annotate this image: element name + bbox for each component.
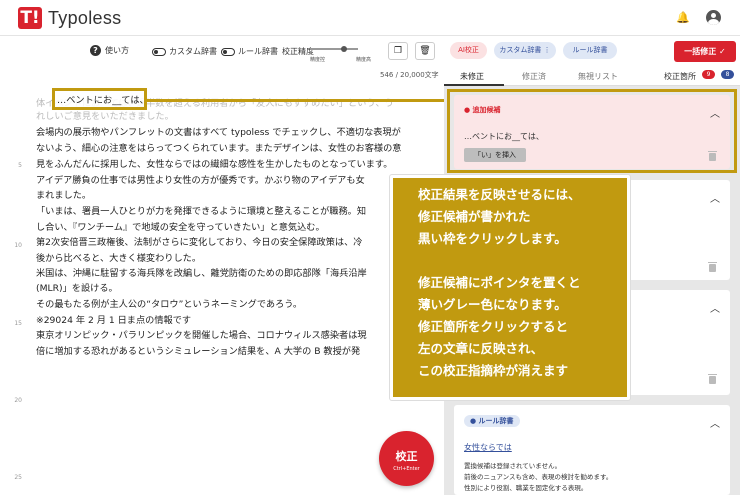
- copy-icon[interactable]: ❐: [388, 42, 408, 60]
- editor-line: 会場内の展示物やパンフレットの文書はすべて typoless でチェックし、不適…: [36, 127, 401, 138]
- editor-line: 第2次安倍晋三政権後、法制がさらに変化しており、今日の安全保障政策は、冷: [36, 237, 363, 248]
- trash-icon[interactable]: [708, 262, 717, 272]
- strictness-slider-track[interactable]: [310, 48, 358, 50]
- chevron-up-icon[interactable]: ︿: [710, 415, 720, 430]
- chevron-up-icon[interactable]: ︿: [710, 190, 720, 205]
- help-link[interactable]: ? 使い方: [90, 45, 129, 56]
- trash-icon[interactable]: [708, 374, 717, 384]
- card-message: 置換候補は登録されていません。: [464, 462, 562, 470]
- correction-card[interactable]: ● ルール辞書 ︿ 女性ならでは 置換候補は登録されていません。 前後のニュアン…: [454, 405, 730, 495]
- editor-line: ないよう、細心の注意をはらってつくられています。またデザインは、女性のお客様の意: [36, 143, 402, 154]
- card-message: 前後のニュアンスも含め、表現の検討を勧めます。: [464, 473, 613, 481]
- ai-filter-button[interactable]: AI校正: [450, 42, 487, 59]
- callout-line: 校正結果を反映させるには、: [418, 187, 581, 202]
- trash-icon[interactable]: 🗑: [415, 42, 435, 60]
- custom-filter-button[interactable]: カスタム辞書 ⋮: [494, 42, 556, 59]
- rule-dict-tag: ● ルール辞書: [464, 415, 520, 427]
- callout-line: 修正候補にポインタを置くと: [418, 275, 581, 290]
- callout-line: 薄いグレー色になります。: [418, 297, 567, 312]
- line-number: 5: [18, 162, 22, 169]
- user-avatar-icon[interactable]: [706, 10, 721, 25]
- logo-mark: T!: [18, 7, 42, 29]
- card-tag: ● 追加候補: [464, 106, 501, 114]
- editor-line: ※29024 年 2 月 1 日ま点の情報です: [36, 315, 192, 326]
- callout-spacer: [418, 250, 627, 272]
- tab-ignore-list[interactable]: 無視リスト: [578, 71, 618, 82]
- line-number: 25: [14, 474, 22, 481]
- suggestion-button[interactable]: 「い」を挿入: [464, 148, 526, 162]
- line-number: 20: [14, 397, 22, 404]
- badge-red: 9: [702, 70, 715, 79]
- connector-line: [147, 99, 449, 102]
- highlighted-phrase: …ベントにお__ては、: [57, 95, 149, 106]
- notification-bell-icon[interactable]: 🔔: [676, 11, 690, 24]
- editor-line: 「いまは、署員一人ひとりが力を発揮できるように環境と整えることが職務。知: [36, 206, 367, 217]
- custom-dict-label: カスタム辞書: [169, 47, 217, 56]
- editor-line: 東京オリンピック・パラリンピックを開催した場合、コロナウィルス感染者は現: [36, 330, 367, 341]
- tab-fixed[interactable]: 修正済: [522, 71, 546, 82]
- proofread-button[interactable]: 校正 Ctrl+Enter: [379, 431, 434, 486]
- bulk-fix-button[interactable]: 一括修正 ✓: [674, 41, 736, 62]
- app-name: Typoless: [48, 7, 122, 28]
- card-tag: ● ルール辞書: [464, 415, 520, 427]
- proofread-shortcut: Ctrl+Enter: [393, 466, 420, 472]
- editor-line: 見をふんだんに採用した、女性ならではの繊細な感性を生かしたものとなっています。: [36, 159, 393, 170]
- rule-dict-toggle[interactable]: ルール辞書: [221, 46, 278, 57]
- question-icon: ?: [90, 45, 101, 56]
- editor-line: 米国は、沖縄に駐留する海兵隊を改編し、離党防衛のための即応部隊「海兵沿岸: [36, 268, 367, 279]
- toggle-switch-icon: [221, 47, 235, 56]
- editor-line: (MLR)」を設ける。: [36, 283, 118, 294]
- editor-line: 倍に増加する恐れがあるというシミュレーション結果を、A 大学の B 教授が発: [36, 346, 361, 357]
- proofread-label: 校正: [395, 450, 418, 463]
- flagged-term[interactable]: 女性ならでは: [464, 442, 512, 453]
- callout-line: 左の文章に反映され、: [418, 341, 544, 356]
- char-count: 546 / 20,000文字: [380, 71, 439, 79]
- correction-card[interactable]: ● 追加候補 ︿ …ベントにお__ては、 「い」を挿入: [454, 95, 730, 169]
- help-label: 使い方: [105, 46, 129, 55]
- tab-unfixed[interactable]: 未修正: [460, 71, 484, 82]
- callout-line: この校正指摘枠が消えます: [418, 363, 569, 378]
- toggle-switch-icon: [152, 47, 166, 56]
- slider-right-caption: 精度高: [356, 57, 372, 63]
- card-snippet: …ベントにお__ては、: [464, 132, 544, 141]
- custom-dict-toggle[interactable]: カスタム辞書: [152, 46, 217, 57]
- editor-line: れしいご意見をいただきました。: [36, 111, 174, 122]
- rule-filter-button[interactable]: ルール辞書: [563, 42, 617, 59]
- trash-icon[interactable]: [708, 151, 717, 161]
- callout-line: 修正箇所をクリックすると: [418, 319, 569, 334]
- line-number: 10: [14, 242, 22, 249]
- instruction-callout: 校正結果を反映させるには、 修正候補が書かれた 黒い枠をクリックします。 修正候…: [390, 175, 630, 400]
- strictness-slider-knob[interactable]: [341, 46, 347, 52]
- badge-blue: 8: [721, 70, 734, 79]
- editor-line: まれました。: [36, 190, 92, 201]
- callout-line: 黒い枠をクリックします。: [418, 231, 567, 246]
- editor-line: アイデア勝負の仕事では男性より女性の方が優秀です。かぶり物のアイデアも女: [36, 175, 365, 186]
- correction-count-label: 校正箇所: [664, 72, 696, 81]
- card-message: 性別により役割、職業を固定化する表現。: [464, 484, 588, 492]
- editor-line: 後から比べると、大きく様変わりした。: [36, 253, 202, 264]
- chevron-up-icon[interactable]: ︿: [710, 300, 720, 315]
- line-number: 15: [14, 320, 22, 327]
- callout-line: 修正候補が書かれた: [418, 209, 531, 224]
- editor-line: し合い、『ワンチーム』で地域の安全を守っていきたい」と意気込む。: [36, 222, 325, 233]
- editor-line: その最もたる例が主人公の“タロウ”というネーミングであろう。: [36, 299, 303, 310]
- app-logo[interactable]: T! Typoless: [18, 7, 121, 29]
- chevron-up-icon[interactable]: ︿: [710, 105, 720, 120]
- slider-left-caption: 精度控: [310, 57, 326, 63]
- app-header: T! Typoless 🔔: [0, 0, 740, 36]
- rule-dict-label: ルール辞書: [238, 47, 278, 56]
